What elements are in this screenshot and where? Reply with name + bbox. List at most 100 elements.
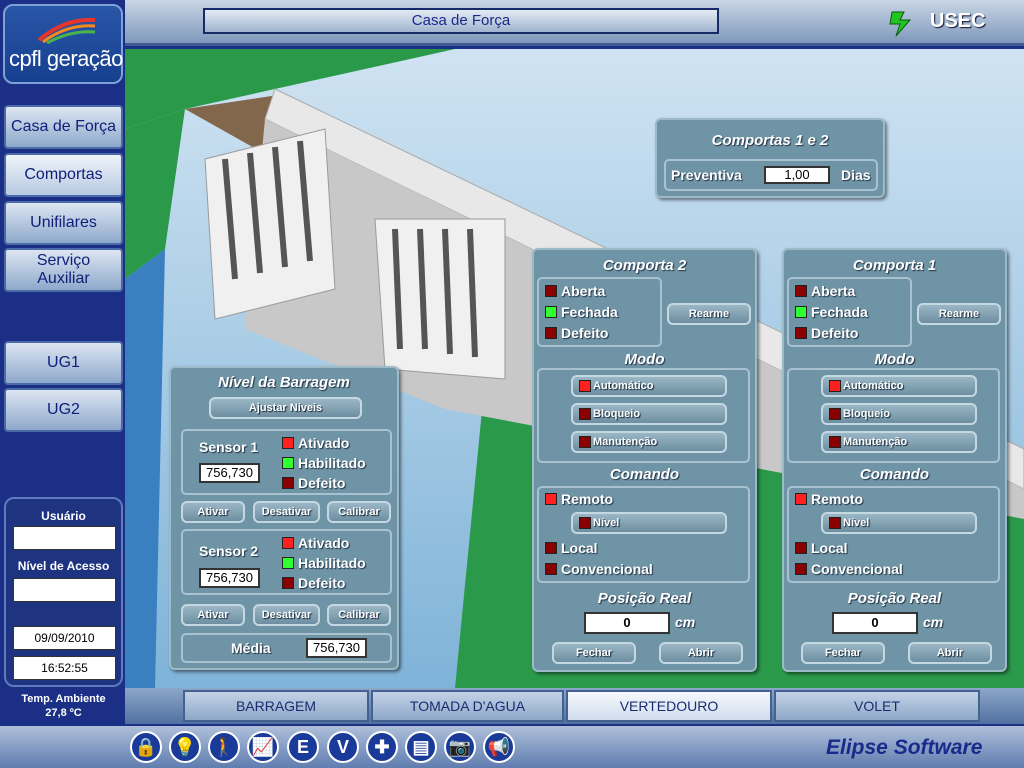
variables-icon[interactable]: V: [327, 731, 359, 763]
sidebar-item-unifilares[interactable]: Unifilares: [4, 201, 123, 245]
comporta2-fechada-led: [545, 306, 557, 318]
preventiva-input[interactable]: 1,00: [764, 166, 830, 184]
comporta2-automatico-button[interactable]: Automático: [571, 375, 727, 397]
ajustar-niveis-button[interactable]: Ajustar Níveis: [209, 397, 362, 419]
megaphone-icon[interactable]: 📢: [483, 731, 515, 763]
lock-icon[interactable]: 🔒: [130, 731, 162, 763]
sensor2-box: Sensor 2 756,730 Ativado Habilitado Defe…: [181, 529, 392, 595]
lightbulb-icon[interactable]: 💡: [169, 731, 201, 763]
comporta1-fechada-led: [795, 306, 807, 318]
user-label: Usuário: [41, 509, 86, 523]
comporta2-bloqueio-button[interactable]: Bloqueio: [571, 403, 727, 425]
comporta1-automatico-label: Automático: [843, 380, 904, 392]
comporta2-manutencao-led: [579, 436, 591, 448]
comporta2-nivel-label: Nível: [593, 517, 620, 529]
comporta2-automatico-led: [579, 380, 591, 392]
sidebar-item-casa-de-forca[interactable]: Casa de Força: [4, 105, 123, 149]
comporta1-fechar-button[interactable]: Fechar: [801, 642, 885, 664]
chart-icon[interactable]: 📈: [247, 731, 279, 763]
comporta1-aberta-led: [795, 285, 807, 297]
comporta1-nivel-button[interactable]: Nível: [821, 512, 977, 534]
comporta2-modo-title: Modo: [624, 351, 665, 368]
comporta2-rearme-button[interactable]: Rearme: [667, 303, 751, 325]
comporta2-defeito: Defeito: [561, 325, 609, 341]
comporta1-defeito-led: [795, 327, 807, 339]
comporta1-nivel-led: [829, 517, 841, 529]
comporta1-manutencao-button[interactable]: Manutenção: [821, 431, 977, 453]
sidebar-item-servico-auxiliar[interactable]: Serviço Auxiliar: [4, 248, 123, 292]
sensor1-defeito: Defeito: [298, 475, 346, 491]
sensor1-habilitado: Habilitado: [298, 455, 366, 471]
temperature-label: Temp. Ambiente: [21, 693, 106, 705]
date-display: 09/09/2010: [13, 626, 116, 650]
sensor1-calibrar-button[interactable]: Calibrar: [327, 501, 391, 523]
walker-icon[interactable]: 🚶: [208, 731, 240, 763]
comporta2-nivel-button[interactable]: Nível: [571, 512, 727, 534]
user-panel: Usuário Nível de Acesso 09/09/2010 16:52…: [4, 497, 123, 687]
camera-icon[interactable]: 📷: [444, 731, 476, 763]
comporta2-remoto-led: [545, 493, 557, 505]
comporta2-aberta-led: [545, 285, 557, 297]
comporta2-comando-box: Remoto Nível Local Convencional: [537, 486, 750, 583]
sensor1-value: 756,730: [199, 463, 260, 483]
tab-volet[interactable]: VOLET: [774, 690, 980, 722]
comporta1-aberta: Aberta: [811, 283, 856, 299]
time-display: 16:52:55: [13, 656, 116, 680]
comporta1-rearme-button[interactable]: Rearme: [917, 303, 1001, 325]
comporta1-bloqueio-button[interactable]: Bloqueio: [821, 403, 977, 425]
sensor2-calibrar-button[interactable]: Calibrar: [327, 604, 391, 626]
comporta2-manutencao-button[interactable]: Manutenção: [571, 431, 727, 453]
document-icon[interactable]: ▤: [405, 731, 437, 763]
sidebar-item-ug2[interactable]: UG2: [4, 388, 123, 432]
sensor1-ativado: Ativado: [298, 435, 350, 451]
comporta1-abrir-button[interactable]: Abrir: [908, 642, 992, 664]
preventiva-unit: Dias: [841, 167, 871, 183]
comporta1-defeito: Defeito: [811, 325, 859, 341]
logo-text: cpfl geração: [9, 46, 123, 71]
sensor1-ativado-led: [282, 437, 294, 449]
comporta2-automatico-label: Automático: [593, 380, 654, 392]
compass-icon[interactable]: ✚: [366, 731, 398, 763]
sensor2-habilitado: Habilitado: [298, 555, 366, 571]
comporta2-bloqueio-led: [579, 408, 591, 420]
comporta1-automatico-button[interactable]: Automático: [821, 375, 977, 397]
comporta1-title: Comporta 1: [852, 257, 937, 274]
comporta1-status-box: Aberta Fechada Defeito: [787, 277, 912, 347]
comporta1-remoto: Remoto: [811, 491, 864, 507]
user-field: [13, 526, 116, 550]
sidebar-item-comportas[interactable]: Comportas: [4, 153, 123, 197]
company-logo: cpfl geração: [3, 4, 123, 84]
sensor2-ativado: Ativado: [298, 535, 350, 551]
sensor2-label: Sensor 2: [199, 543, 259, 559]
comporta2-abrir-button[interactable]: Abrir: [659, 642, 743, 664]
comporta1-nivel-label: Nível: [843, 517, 870, 529]
comporta2-manutencao-label: Manutenção: [593, 436, 658, 448]
sensor2-ativar-button[interactable]: Ativar: [181, 604, 245, 626]
nivel-title: Nível da Barragem: [218, 374, 350, 391]
comporta1-automatico-led: [829, 380, 841, 392]
comporta1-modo-box: Automático Bloqueio Manutenção: [787, 368, 1000, 463]
tab-tomada-dagua[interactable]: TOMADA D'AGUA: [371, 690, 564, 722]
sidebar-item-ug1[interactable]: UG1: [4, 341, 123, 385]
events-icon[interactable]: E: [287, 731, 319, 763]
sensor2-desativar-button[interactable]: Desativar: [253, 604, 320, 626]
comporta2-modo-box: Automático Bloqueio Manutenção: [537, 368, 750, 463]
temperature-display: Temp. Ambiente 27,8 ºC: [4, 692, 123, 720]
sensor2-ativado-led: [282, 537, 294, 549]
media-label: Média: [231, 640, 271, 656]
comportas-1e2-panel: Comportas 1 e 2 Preventiva 1,00 Dias: [655, 118, 885, 198]
comporta1-local: Local: [811, 540, 848, 556]
sensor1-ativar-button[interactable]: Ativar: [181, 501, 245, 523]
comporta1-posicao-title: Posição Real: [847, 590, 942, 607]
comporta2-fechar-button[interactable]: Fechar: [552, 642, 636, 664]
tab-vertedouro[interactable]: VERTEDOURO: [566, 690, 772, 722]
tab-barragem[interactable]: BARRAGEM: [183, 690, 369, 722]
preventiva-label: Preventiva: [671, 167, 742, 183]
comporta2-local-led: [545, 542, 557, 554]
comporta2-aberta: Aberta: [561, 283, 606, 299]
media-value: 756,730: [306, 638, 367, 658]
sensor1-desativar-button[interactable]: Desativar: [253, 501, 320, 523]
sensor2-value: 756,730: [199, 568, 260, 588]
comportas-1e2-title: Comportas 1 e 2: [711, 132, 829, 149]
comporta1-local-led: [795, 542, 807, 554]
